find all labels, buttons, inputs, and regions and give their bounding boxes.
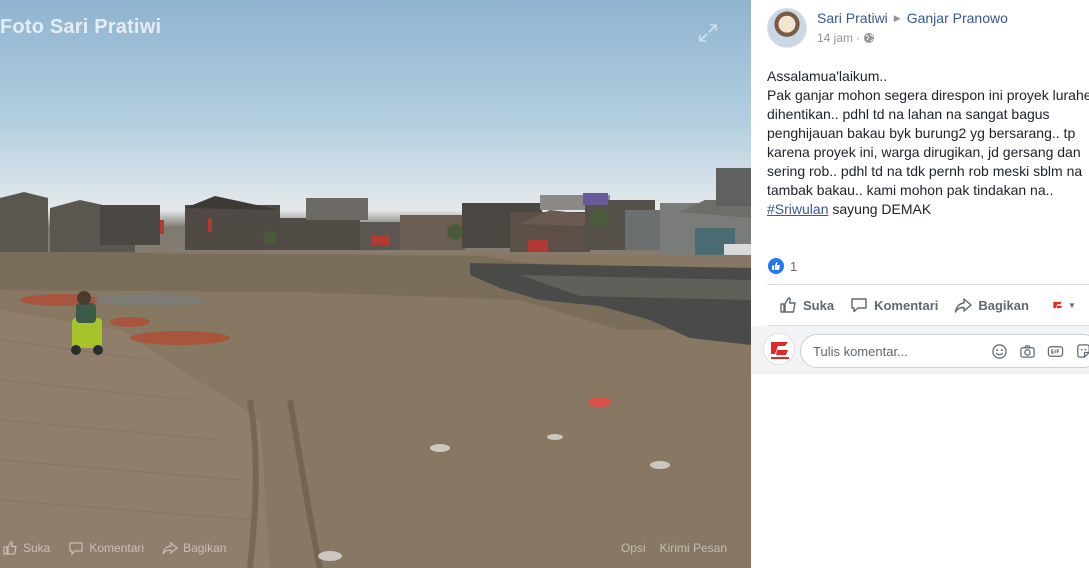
comment-box[interactable]	[800, 334, 1089, 368]
chevron-down-icon: ▼	[1067, 300, 1076, 310]
reactions-summary[interactable]: 1	[767, 257, 797, 275]
post-text-line: Pak ganjar mohon segera direspon ini pro…	[767, 87, 1089, 103]
post-text-line: penghijauan bakau byk burung2 yg bersara…	[767, 125, 1076, 141]
comment-composer	[751, 326, 1089, 374]
thumbs-up-icon	[780, 297, 796, 313]
gif-icon[interactable]	[1046, 342, 1064, 360]
author-avatar[interactable]	[767, 8, 807, 48]
post-text-line: Assalamua'laikum..	[767, 68, 888, 84]
hashtag-link[interactable]: #Sriwulan	[767, 201, 828, 217]
like-reaction-icon	[767, 257, 785, 275]
share-icon	[955, 298, 973, 313]
page-logo-icon	[1053, 301, 1062, 309]
author-name-link[interactable]: Sari Pratiwi	[817, 10, 888, 26]
photo-comment-button[interactable]: Komentari	[68, 540, 144, 556]
thumbs-up-icon	[3, 541, 17, 555]
caret-right-icon: ▶	[893, 12, 901, 23]
post-text-line: sering rob.. pdhl td na tdk pernh rob me…	[767, 163, 1083, 179]
comment-input[interactable]	[813, 343, 978, 359]
photo-title: Foto Sari Pratiwi	[0, 16, 162, 38]
photo-send-message-link[interactable]: Kirimi Pesan	[660, 541, 727, 555]
target-name-link[interactable]: Ganjar Pranowo	[907, 10, 1008, 26]
post-text-line: dihentikan.. pdhl td na lahan na sangat …	[767, 106, 1050, 122]
commenter-avatar	[763, 333, 795, 365]
post-text-tail: sayung DEMAK	[828, 201, 932, 217]
comment-label: Komentari	[874, 297, 939, 313]
comment-icon	[851, 298, 867, 313]
post-timestamp[interactable]: 14 jam	[817, 31, 853, 45]
photo-like-button[interactable]: Suka	[2, 540, 50, 556]
emoji-icon[interactable]	[990, 342, 1008, 360]
reaction-count: 1	[790, 258, 798, 274]
photo-action-bar: Suka Komentari Bagikan Opsi Kirimi Pesan	[0, 528, 751, 568]
post-actions: Suka Komentari Bagikan ▼	[767, 284, 1089, 326]
photo-like-label: Suka	[23, 541, 51, 555]
sticker-icon[interactable]	[1074, 342, 1089, 360]
like-button[interactable]: Suka	[779, 296, 834, 314]
photo-viewer[interactable]: Foto Sari Pratiwi Suka Komentari Bagikan…	[0, 0, 751, 568]
post-panel: Sari Pratiwi ▶ Ganjar Pranowo 14 jam · A…	[751, 0, 1089, 568]
camera-icon[interactable]	[1018, 342, 1036, 360]
share-label: Bagikan	[978, 297, 1029, 313]
photo-options-link[interactable]: Opsi	[621, 541, 646, 555]
like-label: Suka	[803, 297, 835, 313]
photo-share-button[interactable]: Bagikan	[162, 540, 226, 556]
page-selector[interactable]: ▼	[1051, 298, 1076, 312]
photo-share-label: Bagikan	[183, 541, 227, 555]
post-body: Assalamua'laikum.. Pak ganjar mohon sege…	[767, 67, 1089, 219]
post-text-line: tambak bakau.. kami mohon pak tindakan n…	[767, 182, 1054, 198]
globe-icon[interactable]	[863, 32, 875, 44]
share-icon	[162, 541, 178, 555]
comment-button[interactable]: Komentari	[850, 296, 938, 314]
post-text-line: karena proyek ini, warga dirugikan, jd g…	[767, 144, 1081, 160]
post-text-line-last: #Sriwulan sayung DEMAK	[767, 200, 1089, 219]
expand-icon[interactable]	[697, 22, 719, 44]
page-logo-icon	[764, 334, 794, 364]
share-button[interactable]: Bagikan	[954, 296, 1029, 314]
post-photo	[0, 168, 751, 568]
post-header: Sari Pratiwi ▶ Ganjar Pranowo 14 jam ·	[767, 8, 1008, 48]
photo-comment-label: Komentari	[89, 541, 145, 555]
comment-icon	[69, 542, 83, 556]
